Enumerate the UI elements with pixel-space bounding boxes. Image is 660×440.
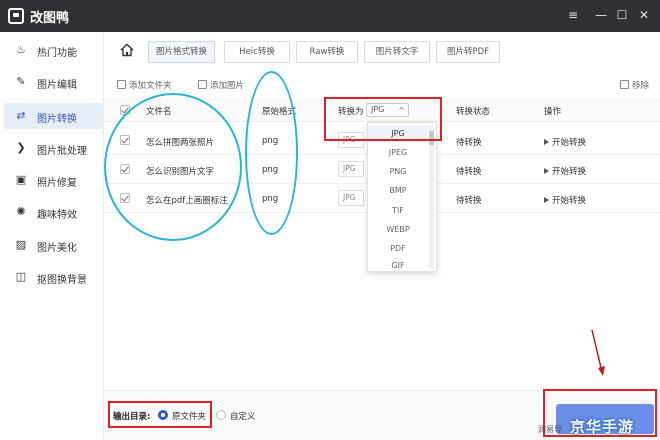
start-convert-button[interactable]: 开始转换 [544, 136, 586, 148]
play-icon [544, 139, 549, 145]
sidebar-item-label: 趣味特效 [37, 210, 77, 221]
sidebar-item-label: 图片转换 [37, 114, 77, 125]
dropdown-scrollbar[interactable] [429, 125, 434, 269]
edit-icon: ✎ [16, 75, 26, 88]
flame-icon: ♨ [16, 43, 26, 56]
sidebar-item-label: 抠图换背景 [37, 275, 87, 286]
trash-icon [620, 80, 629, 89]
app-title: 改图鸭 [30, 11, 70, 26]
sidebar-item-label: 图片编辑 [37, 80, 77, 91]
remove-button[interactable]: 移除 [620, 79, 649, 93]
batch-icon: ❯ [16, 141, 26, 154]
start-convert-label: 开始转换 [552, 167, 587, 177]
home-icon[interactable] [120, 43, 134, 57]
sidebar-item-hot[interactable]: ♨ 热门功能 [4, 37, 103, 63]
remove-label: 移除 [632, 81, 650, 91]
dropdown-option[interactable]: PDF [368, 241, 428, 257]
sidebar-item-label: 图片批处理 [37, 146, 87, 157]
sidebar-item-effects[interactable]: ✺ 趣味特效 [4, 199, 103, 225]
swap-icon: ⇄ [16, 109, 26, 122]
add-folder-icon [117, 80, 126, 89]
dropdown-option[interactable]: TIF [368, 203, 428, 219]
format-dropdown: JPG JPEG PNG BMP TIF WEBP PDF GIF [367, 122, 437, 272]
sidebar-item-label: 热门功能 [37, 48, 77, 59]
effects-icon: ✺ [16, 205, 26, 218]
annotation-oval-filenames [104, 93, 242, 241]
row-status: 待转换 [456, 167, 482, 177]
row-format-select[interactable]: JPG [338, 161, 364, 177]
cutout-icon: ◫ [15, 270, 27, 283]
sidebar-item-batch[interactable]: ❯ 图片批处理 [4, 135, 103, 161]
dropdown-option[interactable]: PNG [368, 164, 428, 180]
sidebar: ♨ 热门功能 ✎ 图片编辑 ⇄ 图片转换 ❯ 图片批处理 ▣ 照片修复 ✺ 趣味… [0, 32, 104, 440]
header-status: 转换状态 [456, 107, 491, 117]
menu-icon[interactable]: ≡ [566, 7, 580, 23]
beautify-icon: ▨ [15, 238, 27, 251]
close-icon[interactable]: ✕ [637, 7, 651, 23]
watermark-text: 京华手游 [570, 418, 635, 436]
tab-raw-convert[interactable]: Raw转换 [296, 41, 358, 63]
annotation-box-output [108, 401, 212, 428]
add-folder-button[interactable]: 添加文件夹 [117, 79, 172, 93]
app-logo-icon [8, 8, 24, 24]
sidebar-item-label: 图片美化 [37, 243, 77, 254]
radio-custom-folder[interactable] [216, 410, 226, 420]
header-action: 操作 [544, 107, 562, 117]
start-convert-button[interactable]: 开始转换 [544, 165, 586, 177]
row-format-select[interactable]: JPG [338, 190, 364, 206]
sidebar-item-convert[interactable]: ⇄ 图片转换 [4, 103, 103, 129]
tab-image-to-pdf[interactable]: 图片转PDF [436, 41, 500, 63]
sidebar-item-repair[interactable]: ▣ 照片修复 [4, 167, 103, 193]
start-convert-button[interactable]: 开始转换 [544, 194, 586, 206]
title-bar: 改图鸭 ≡ — ☐ ✕ [0, 0, 660, 32]
play-icon [544, 168, 549, 174]
start-convert-label: 开始转换 [552, 196, 587, 206]
dropdown-option[interactable]: BMP [368, 183, 428, 199]
play-icon [544, 197, 549, 203]
start-convert-label: 开始转换 [552, 138, 587, 148]
maximize-icon[interactable]: ☐ [615, 7, 629, 23]
sidebar-item-label: 照片修复 [37, 178, 77, 189]
tab-heic-convert[interactable]: Heic转换 [224, 41, 290, 63]
dropdown-option[interactable]: GIF [368, 260, 428, 272]
annotation-oval-format [245, 71, 298, 235]
annotation-box-convert-to [324, 97, 442, 141]
sidebar-item-cutout[interactable]: ◫ 抠图换背景 [4, 264, 103, 290]
tab-format-convert[interactable]: 图片格式转换 [148, 41, 215, 63]
dropdown-option[interactable]: WEBP [368, 222, 428, 238]
annotation-arrow-icon [591, 329, 605, 376]
sidebar-item-edit[interactable]: ✎ 图片编辑 [4, 69, 103, 95]
add-image-icon [198, 80, 207, 89]
sidebar-item-beautify[interactable]: ▨ 图片美化 [4, 232, 103, 258]
add-image-button[interactable]: 添加图片 [198, 79, 244, 93]
custom-folder-label: 自定义 [230, 412, 256, 422]
minimize-icon[interactable]: — [594, 7, 608, 23]
app-window: 改图鸭 ≡ — ☐ ✕ ♨ 热门功能 ✎ 图片编辑 ⇄ 图片转换 ❯ 图片批处理… [0, 0, 660, 440]
row-status: 待转换 [456, 138, 482, 148]
dropdown-option[interactable]: JPEG [368, 145, 428, 161]
add-folder-label: 添加文件夹 [129, 81, 172, 91]
tab-image-to-text[interactable]: 图片转文字 [364, 41, 430, 63]
add-image-label: 添加图片 [210, 81, 245, 91]
row-status: 待转换 [456, 196, 482, 206]
watermark-side-text: 润易导 [538, 425, 562, 434]
repair-icon: ▣ [15, 173, 27, 186]
